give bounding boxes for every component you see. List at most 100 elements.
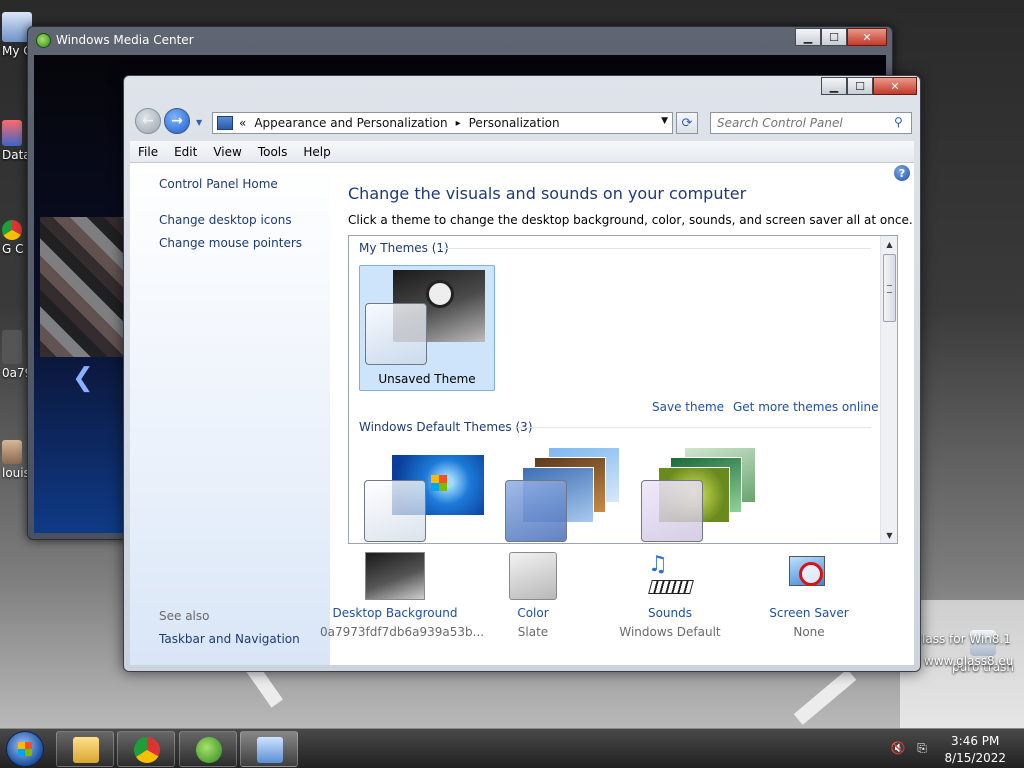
folder-icon (73, 737, 99, 763)
media-thumbnails (40, 217, 130, 357)
caption-buttons: ▁ ☐ ✕ (795, 28, 887, 46)
back-button[interactable]: ← (135, 108, 161, 134)
start-button[interactable] (6, 731, 44, 767)
taskbar-navigation-link[interactable]: Taskbar and Navigation (159, 632, 300, 646)
forward-button[interactable]: → (164, 108, 190, 134)
glass-color-swatch (505, 480, 567, 542)
menu-bar: File Edit View Tools Help (130, 141, 914, 163)
scroll-thumb[interactable] (883, 254, 896, 322)
taskbar-chrome-button[interactable] (117, 731, 175, 767)
desktop-background-icon (365, 552, 425, 600)
breadcrumb-appearance[interactable]: Appearance and Personalization (254, 116, 447, 130)
desktop-background-setting[interactable]: Desktop Background 0a7973fdf7db6a939a53b… (320, 552, 485, 639)
watermark-line-2: www.glass8.eu (924, 654, 1014, 668)
scroll-down-icon[interactable]: ▼ (881, 527, 897, 543)
taskbar-control-panel-button[interactable] (240, 731, 298, 767)
desktop-icon-label: G C (2, 242, 24, 256)
theme-name: Unsaved Theme (378, 372, 476, 386)
watermark-line-1: lass for Win8.1 (922, 632, 1011, 646)
menu-view[interactable]: View (205, 145, 249, 159)
minimize-button[interactable]: ▁ (795, 28, 821, 46)
theme-tile-windows7[interactable] (359, 443, 495, 543)
chrome-icon (134, 737, 160, 763)
setting-value: None (793, 625, 825, 639)
close-button[interactable]: ✕ (847, 28, 887, 46)
theme-list-scrollbar[interactable]: ▲ ▼ (880, 236, 897, 543)
address-bar[interactable]: « Appearance and Personalization ▸ Perso… (212, 112, 673, 134)
data-icon (2, 120, 22, 146)
recent-pages-dropdown-icon[interactable]: ▼ (196, 118, 202, 127)
page-subtitle: Click a theme to change the desktop back… (348, 213, 913, 227)
setting-value: 0a7973fdf7db6a939a53b... (320, 625, 485, 639)
volume-muted-icon[interactable]: 🔇 (890, 741, 906, 757)
image-file-icon (2, 330, 22, 364)
setting-name: Desktop Background (332, 606, 458, 620)
main-pane: ? Change the visuals and sounds on your … (320, 163, 914, 665)
sounds-icon: ♫ (646, 552, 694, 600)
setting-value: Windows Default (619, 625, 721, 639)
navigation-bar: ← → ▼ « Appearance and Personalization ▸… (132, 106, 912, 136)
help-icon[interactable]: ? (894, 165, 910, 181)
save-theme-link[interactable]: Save theme (652, 400, 724, 414)
sounds-setting[interactable]: ♫ Sounds Windows Default (595, 552, 745, 639)
chevron-left-icon[interactable]: ❮ (72, 363, 94, 393)
theme-tile-nature[interactable] (636, 443, 772, 543)
search-icon[interactable]: ⚲ (894, 115, 903, 129)
section-divider (517, 427, 871, 428)
task-pane: Control Panel Home Change desktop icons … (130, 163, 330, 665)
wallpaper-shape (793, 669, 857, 725)
search-input[interactable] (710, 112, 912, 134)
caption-buttons: ▁ ☐ ✕ (821, 77, 917, 95)
change-mouse-pointers-link[interactable]: Change mouse pointers (159, 236, 302, 250)
menu-help[interactable]: Help (295, 145, 338, 159)
scroll-up-icon[interactable]: ▲ (881, 236, 897, 252)
my-themes-heading: My Themes (1) (359, 241, 449, 255)
breadcrumb-personalization[interactable]: Personalization (469, 116, 560, 130)
color-swatch-icon (509, 552, 557, 600)
desktop-icon-chrome[interactable]: G C (2, 220, 26, 256)
control-panel-icon (217, 116, 233, 130)
taskbar: 🔇 ⎘ 3:46 PM 8/15/2022 (0, 728, 1024, 768)
control-panel-home-link[interactable]: Control Panel Home (159, 177, 278, 191)
theme-tile-architecture[interactable] (500, 443, 636, 543)
color-setting[interactable]: Color Slate (458, 552, 608, 639)
page-title: Change the visuals and sounds on your co… (348, 184, 747, 203)
theme-list[interactable]: My Themes (1) Unsaved Theme Save theme G… (348, 235, 898, 544)
image-file-icon (2, 440, 22, 464)
setting-value: Slate (517, 625, 549, 639)
menu-file[interactable]: File (130, 145, 166, 159)
screen-saver-setting[interactable]: Screen Saver None (734, 552, 884, 639)
refresh-button[interactable]: ⟳ (676, 112, 698, 134)
setting-name: Screen Saver (769, 606, 849, 620)
control-panel-icon (257, 737, 283, 763)
get-more-themes-link[interactable]: Get more themes online (733, 400, 879, 414)
breadcrumb-separator-icon[interactable]: ▸ (456, 118, 461, 129)
menu-tools[interactable]: Tools (250, 145, 296, 159)
clock[interactable]: 3:46 PM 8/15/2022 (944, 734, 1006, 765)
taskbar-explorer-button[interactable] (56, 731, 114, 767)
glass-color-swatch (364, 480, 426, 542)
maximize-button[interactable]: ☐ (847, 77, 873, 95)
change-desktop-icons-link[interactable]: Change desktop icons (159, 213, 292, 227)
network-icon[interactable]: ⎘ (914, 741, 930, 757)
no-symbol-icon (799, 562, 823, 586)
windows-logo-icon (18, 742, 32, 756)
desktop-icon-label: louis (2, 466, 30, 480)
clock-time: 3:46 PM (951, 734, 1000, 748)
glass-color-swatch (641, 480, 703, 542)
setting-name: Sounds (647, 606, 693, 620)
close-button[interactable]: ✕ (873, 77, 917, 95)
minimize-button[interactable]: ▁ (821, 77, 847, 95)
breadcrumb-overflow[interactable]: « (239, 116, 246, 130)
taskbar-media-center-button[interactable] (179, 731, 237, 767)
character-face-icon (426, 280, 454, 308)
menu-edit[interactable]: Edit (166, 145, 205, 159)
address-dropdown-icon[interactable]: ▼ (661, 116, 668, 126)
window-title: Windows Media Center (56, 33, 194, 47)
personalization-window[interactable]: ▁ ☐ ✕ ← → ▼ « Appearance and Personaliza… (123, 75, 921, 672)
theme-tile-unsaved[interactable]: Unsaved Theme (359, 265, 495, 391)
setting-name: Color (517, 606, 549, 620)
glass-color-swatch (365, 303, 427, 365)
chrome-icon (2, 220, 22, 240)
maximize-button[interactable]: ☐ (821, 28, 847, 46)
